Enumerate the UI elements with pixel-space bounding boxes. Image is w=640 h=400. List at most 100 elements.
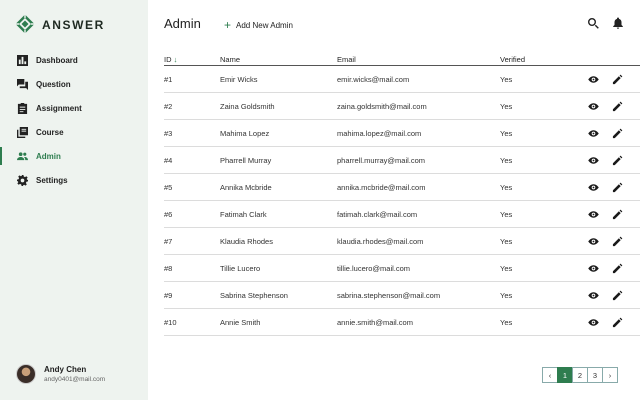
sidebar-item-dashboard[interactable]: Dashboard	[0, 48, 148, 72]
cell-id: #5	[164, 183, 173, 192]
column-header-verified[interactable]: Verified	[500, 55, 525, 64]
add-admin-label: Add New Admin	[236, 20, 293, 30]
eye-icon[interactable]	[588, 290, 599, 301]
chevron-left-icon[interactable]: ‹	[542, 367, 558, 383]
sidebar-item-label: Settings	[36, 175, 68, 185]
cell-verified: Yes	[500, 237, 513, 246]
table-row[interactable]: #1 Emir Wicks emir.wicks@mail.com Yes	[164, 66, 640, 93]
edit-icon[interactable]	[612, 128, 623, 139]
edit-icon[interactable]	[612, 74, 623, 85]
edit-icon[interactable]	[612, 101, 623, 112]
cell-verified: Yes	[500, 318, 513, 327]
sidebar-item-label: Assignment	[36, 103, 82, 113]
eye-icon[interactable]	[588, 101, 599, 112]
cell-verified: Yes	[500, 75, 513, 84]
cell-verified: Yes	[500, 291, 513, 300]
cell-email: emir.wicks@mail.com	[337, 75, 410, 84]
user-name: Andy Chen	[44, 365, 87, 374]
cell-id: #9	[164, 291, 173, 300]
sidebar-item-admin[interactable]: Admin	[0, 144, 148, 168]
edit-icon[interactable]	[612, 317, 623, 328]
cell-name: Pharrell Murray	[220, 156, 272, 165]
sidebar-item-label: Course	[36, 127, 64, 137]
eye-icon[interactable]	[588, 74, 599, 85]
page-title: Admin	[164, 16, 201, 31]
gear-icon	[16, 174, 28, 186]
sidebar: ANSWER Dashboard Question Assignment Cou…	[0, 0, 148, 400]
admin-table: ID ↓ Name Email Verified #1 Emir Wicks emi…	[164, 52, 640, 336]
brand-name: ANSWER	[42, 18, 105, 32]
cell-verified: Yes	[500, 264, 513, 273]
eye-icon[interactable]	[588, 155, 599, 166]
sidebar-item-label: Question	[36, 79, 71, 89]
column-header-name[interactable]: Name	[220, 55, 240, 64]
table-row[interactable]: #10 Annie Smith annie.smith@mail.com Yes	[164, 309, 640, 336]
column-header-id[interactable]: ID ↓	[164, 55, 177, 64]
table-row[interactable]: #8 Tillie Lucero tillie.lucero@mail.com Yes	[164, 255, 640, 282]
edit-icon[interactable]	[612, 263, 623, 274]
people-icon	[16, 150, 28, 162]
arrow-down-icon: ↓	[173, 55, 178, 64]
sidebar-item-course[interactable]: Course	[0, 120, 148, 144]
table-row[interactable]: #7 Klaudia Rhodes klaudia.rhodes@mail.com Y…	[164, 228, 640, 255]
edit-icon[interactable]	[612, 155, 623, 166]
cell-id: #4	[164, 156, 173, 165]
page-button-1[interactable]: 1	[557, 367, 573, 383]
cell-id: #6	[164, 210, 173, 219]
brand[interactable]: ANSWER	[15, 14, 105, 35]
cell-id: #1	[164, 75, 173, 84]
eye-icon[interactable]	[588, 317, 599, 328]
cell-verified: Yes	[500, 210, 513, 219]
table-row[interactable]: #6 Fatimah Clark fatimah.clark@mail.com Yes	[164, 201, 640, 228]
bar-chart-icon	[16, 54, 28, 66]
cell-id: #10	[164, 318, 177, 327]
cell-name: Sabrina Stephenson	[220, 291, 288, 300]
cell-email: mahima.lopez@mail.com	[337, 129, 422, 138]
cell-email: sabrina.stephenson@mail.com	[337, 291, 441, 300]
eye-icon[interactable]	[588, 236, 599, 247]
search-icon[interactable]	[587, 17, 599, 29]
table-row[interactable]: #5 Annika Mcbride annika.mcbride@mail.com Y…	[164, 174, 640, 201]
clipboard-icon	[16, 102, 28, 114]
column-header-email[interactable]: Email	[337, 55, 356, 64]
eye-icon[interactable]	[588, 182, 599, 193]
user-profile[interactable]: Andy Chen andy0401@mail.com	[16, 364, 105, 384]
table-row[interactable]: #2 Zaina Goldsmith zaina.goldsmith@mail.co…	[164, 93, 640, 120]
edit-icon[interactable]	[612, 209, 623, 220]
sidebar-item-assignment[interactable]: Assignment	[0, 96, 148, 120]
bell-icon[interactable]	[612, 17, 624, 29]
eye-icon[interactable]	[588, 263, 599, 274]
plus-icon: +	[224, 18, 232, 32]
table-row[interactable]: #4 Pharrell Murray pharrell.murray@mail.co…	[164, 147, 640, 174]
sidebar-item-question[interactable]: Question	[0, 72, 148, 96]
cell-email: pharrell.murray@mail.com	[337, 156, 426, 165]
cell-email: annie.smith@mail.com	[337, 318, 413, 327]
sidebar-item-settings[interactable]: Settings	[0, 168, 148, 192]
edit-icon[interactable]	[612, 182, 623, 193]
pagination: ‹ 1 2 3 ›	[542, 367, 618, 383]
edit-icon[interactable]	[612, 236, 623, 247]
page-button-2[interactable]: 2	[572, 367, 588, 383]
page-button-3[interactable]: 3	[587, 367, 603, 383]
eye-icon[interactable]	[588, 209, 599, 220]
edit-icon[interactable]	[612, 290, 623, 301]
cell-id: #2	[164, 102, 173, 111]
forum-icon	[16, 78, 28, 90]
add-admin-button[interactable]: + Add New Admin	[224, 18, 293, 32]
cell-verified: Yes	[500, 129, 513, 138]
table-body: #1 Emir Wicks emir.wicks@mail.com Yes #2 Zain…	[164, 66, 640, 336]
library-books-icon	[16, 126, 28, 138]
cell-id: #3	[164, 129, 173, 138]
cell-verified: Yes	[500, 183, 513, 192]
cell-email: zaina.goldsmith@mail.com	[337, 102, 427, 111]
cell-id: #7	[164, 237, 173, 246]
cell-verified: Yes	[500, 102, 513, 111]
table-row[interactable]: #3 Mahima Lopez mahima.lopez@mail.com Yes	[164, 120, 640, 147]
cell-name: Mahima Lopez	[220, 129, 270, 138]
eye-icon[interactable]	[588, 128, 599, 139]
cell-id: #8	[164, 264, 173, 273]
table-row[interactable]: #9 Sabrina Stephenson sabrina.stephenson@m…	[164, 282, 640, 309]
cell-verified: Yes	[500, 156, 513, 165]
cell-name: Tillie Lucero	[220, 264, 261, 273]
chevron-right-icon[interactable]: ›	[602, 367, 618, 383]
